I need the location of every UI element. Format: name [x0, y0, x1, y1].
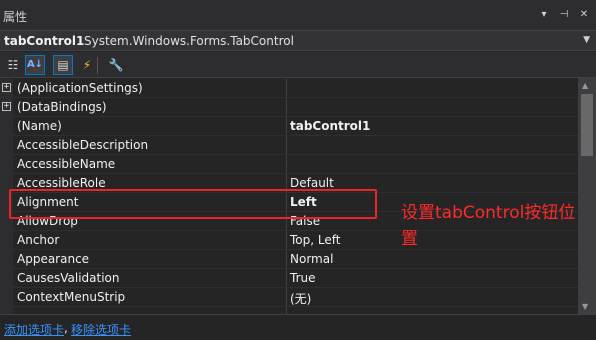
property-pages-button[interactable]: 🔧 — [106, 55, 126, 75]
property-row[interactable]: (Name) tabControl1 — [0, 117, 578, 136]
row-gutter — [0, 307, 13, 314]
property-row[interactable]: AccessibleDescription — [0, 136, 578, 155]
vertical-scrollbar[interactable]: ▲ ▼ — [578, 78, 596, 314]
property-toolbar: ☷ A↓ ▤ ⚡ 🔧 — [0, 52, 596, 78]
property-name: Appearance — [17, 252, 90, 266]
properties-button[interactable]: ▤ — [53, 55, 73, 75]
property-row[interactable]: + (DataBindings) — [0, 98, 578, 117]
property-name: AccessibleRole — [17, 176, 106, 190]
row-gutter — [0, 288, 13, 307]
categorized-button[interactable]: ☷ — [3, 55, 23, 75]
column-divider — [286, 288, 287, 307]
property-value[interactable]: True — [290, 271, 316, 285]
annotation-text: 设置tabControl按钮位置 — [401, 203, 576, 249]
add-tab-link[interactable]: 添加选项卡 — [4, 321, 64, 338]
property-name: CausesValidation — [17, 271, 120, 285]
property-name: (DataBindings) — [17, 100, 107, 114]
property-value[interactable]: Top, Left — [290, 233, 340, 247]
pin-icon[interactable]: ⊣ — [558, 9, 570, 21]
command-links: 添加选项卡 , 移除选项卡 — [0, 314, 596, 340]
properties-title-bar: 属性 ▾ ⊣ ✕ — [0, 0, 596, 30]
categorized-icon: ☷ — [7, 58, 19, 72]
row-gutter — [0, 136, 13, 155]
window-position-dropdown-icon[interactable]: ▾ — [538, 9, 550, 21]
property-name: ContextMenuStrip — [17, 290, 126, 304]
row-gutter — [0, 155, 13, 174]
remove-tab-link[interactable]: 移除选项卡 — [71, 321, 131, 338]
column-divider — [286, 79, 287, 98]
row-gutter — [0, 250, 13, 269]
property-value[interactable]: Normal — [290, 252, 333, 266]
title-bar-controls: ▾ ⊣ ✕ — [538, 9, 590, 21]
property-value[interactable]: tabControl1 — [290, 119, 370, 133]
property-row[interactable]: ContextMenuStrip (无) — [0, 288, 578, 307]
row-gutter — [0, 269, 13, 288]
property-row[interactable]: AccessibleName — [0, 155, 578, 174]
property-name: (Name) — [17, 119, 62, 133]
column-divider — [286, 136, 287, 155]
scroll-up-icon[interactable]: ▲ — [582, 81, 588, 90]
row-gutter — [0, 231, 13, 250]
property-pages-icon: 🔧 — [108, 58, 124, 72]
column-divider — [286, 231, 287, 250]
property-name: AccessibleDescription — [17, 138, 149, 152]
property-name: (ApplicationSettings) — [17, 81, 143, 95]
expand-icon[interactable]: + — [2, 83, 11, 92]
property-name: Anchor — [17, 233, 60, 247]
property-value[interactable]: Default — [290, 176, 334, 190]
property-value[interactable]: (无) — [290, 290, 311, 307]
object-selector[interactable]: tabControl1 System.Windows.Forms.TabCont… — [0, 30, 596, 51]
property-name: AccessibleName — [17, 157, 116, 171]
expand-icon[interactable]: + — [2, 102, 11, 111]
properties-icon: ▤ — [57, 58, 69, 72]
toolbar-divider — [97, 57, 98, 74]
scrollbar-thumb[interactable] — [581, 94, 593, 156]
property-row[interactable] — [0, 307, 578, 314]
property-row[interactable]: + (ApplicationSettings) — [0, 79, 578, 98]
events-button[interactable]: ⚡ — [77, 55, 97, 75]
panel-title: 属性 — [3, 10, 28, 24]
property-row[interactable]: Appearance Normal — [0, 250, 578, 269]
column-divider — [286, 307, 287, 314]
column-divider — [286, 269, 287, 288]
alphabetical-button[interactable]: A↓ — [25, 55, 45, 75]
column-divider — [286, 98, 287, 117]
object-name: tabControl1 — [4, 34, 85, 48]
link-separator: , — [64, 321, 68, 335]
property-row[interactable]: CausesValidation True — [0, 269, 578, 288]
column-divider — [286, 155, 287, 174]
alphabetical-icon: A↓ — [26, 59, 44, 70]
object-type: System.Windows.Forms.TabControl — [84, 34, 294, 48]
row-gutter — [0, 117, 13, 136]
column-divider — [286, 250, 287, 269]
close-icon[interactable]: ✕ — [578, 9, 590, 21]
alignment-highlight-box — [9, 189, 377, 219]
scroll-down-icon[interactable]: ▼ — [582, 302, 588, 311]
column-divider — [286, 117, 287, 136]
chevron-down-icon[interactable]: ▼ — [583, 35, 590, 45]
events-icon: ⚡ — [82, 58, 92, 72]
